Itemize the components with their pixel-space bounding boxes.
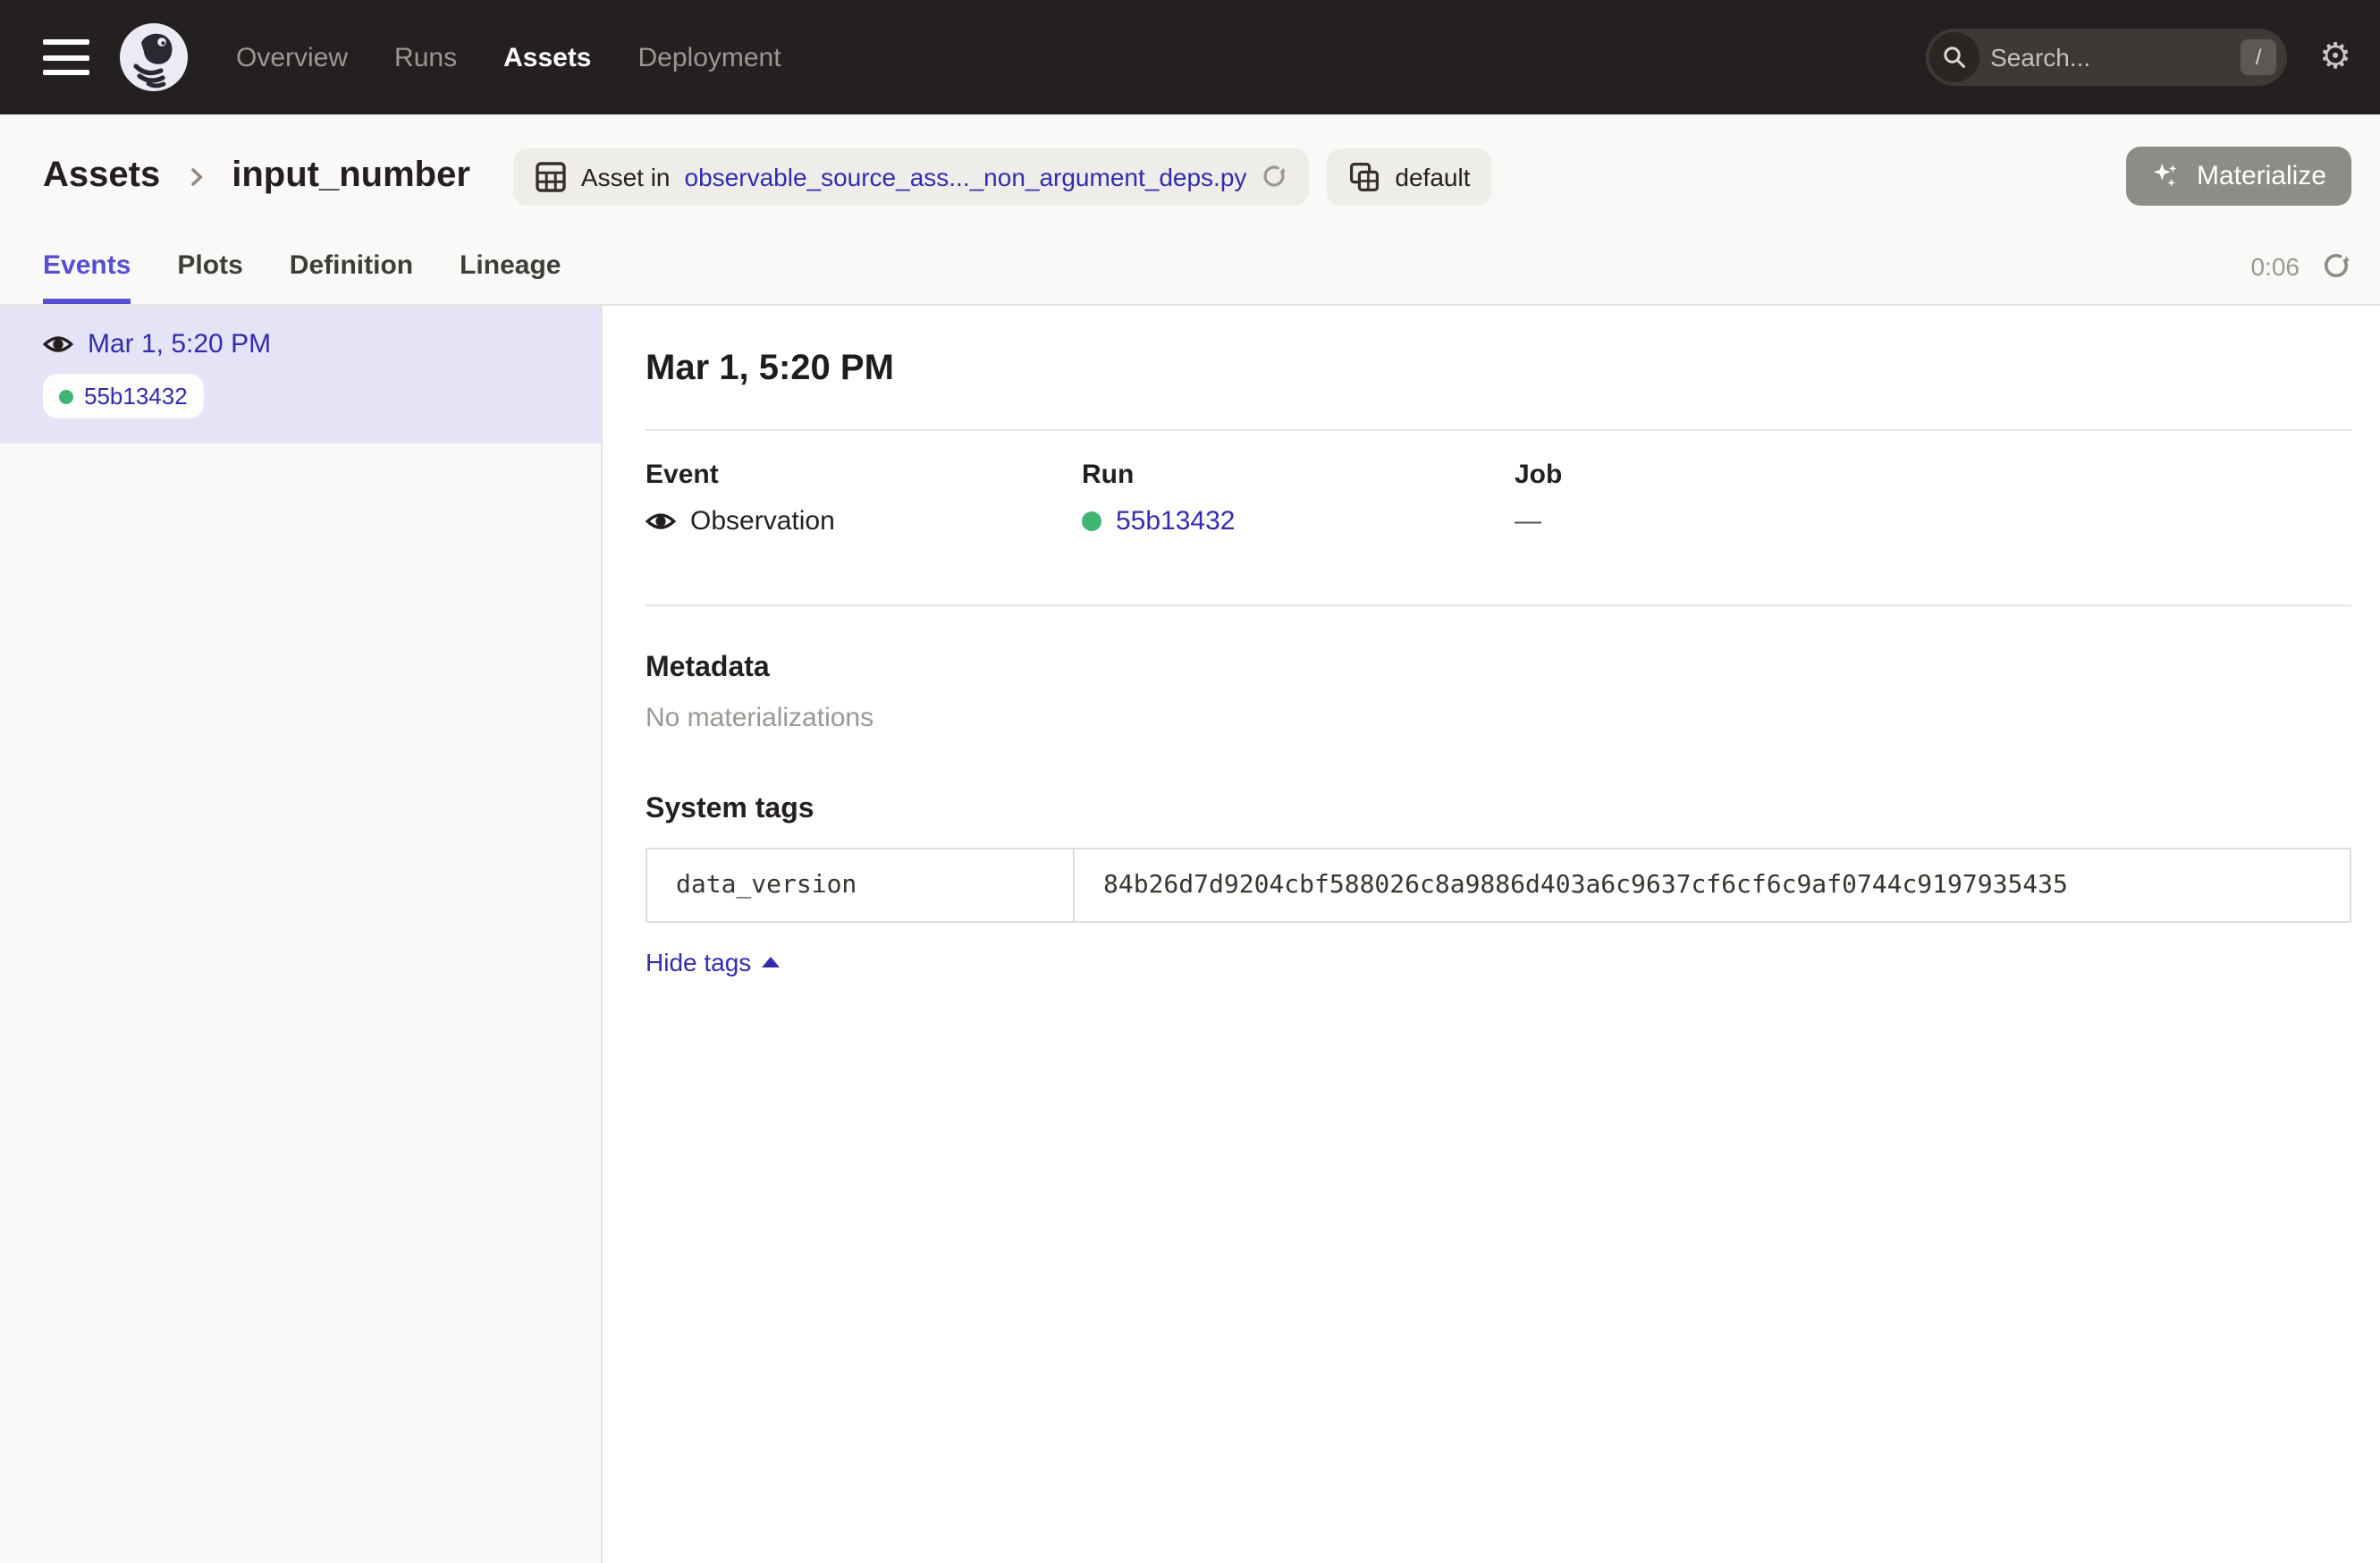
code-location-chip[interactable]: default xyxy=(1327,148,1491,205)
event-type-value: Observation xyxy=(690,506,835,536)
divider xyxy=(646,429,2351,431)
event-column-label: Event xyxy=(646,460,1082,490)
run-badge[interactable]: 55b13432 xyxy=(43,374,204,418)
breadcrumb-assets-link[interactable]: Assets xyxy=(43,156,160,197)
app-window: Overview Runs Assets Deployment / ⚙ Asse… xyxy=(0,0,2380,1563)
nav-item-assets[interactable]: Assets xyxy=(503,42,591,72)
hide-tags-label: Hide tags xyxy=(646,948,751,976)
event-list-item[interactable]: Mar 1, 5:20 PM 55b13432 xyxy=(0,306,601,444)
asset-table-icon xyxy=(535,160,567,192)
reload-definition-icon[interactable] xyxy=(1261,163,1287,190)
events-sidebar: Mar 1, 5:20 PM 55b13432 xyxy=(0,306,603,1563)
refresh-icon[interactable] xyxy=(2321,250,2351,281)
job-value: — xyxy=(1515,506,2351,536)
run-badge-id: 55b13432 xyxy=(84,383,188,410)
tag-value-cell: 84b26d7d9204cbf588026c8a9886d403a6c9637c… xyxy=(1075,849,2350,921)
search-box[interactable]: / xyxy=(1926,29,2287,86)
caret-up-icon xyxy=(762,957,780,967)
tab-lineage[interactable]: Lineage xyxy=(460,227,561,304)
chevron-right-icon xyxy=(181,162,210,190)
event-summary-columns: Event Observation Run xyxy=(646,460,2351,536)
metadata-heading: Metadata xyxy=(646,653,2351,685)
asset-definition-link[interactable]: observable_source_ass..._non_argument_de… xyxy=(685,162,1247,190)
job-column: Job — xyxy=(1515,460,2351,536)
job-column-label: Job xyxy=(1515,460,2351,490)
search-icon xyxy=(1929,32,1979,82)
asset-location-chip: Asset in observable_source_ass..._non_ar… xyxy=(513,148,1310,205)
divider xyxy=(646,604,2351,606)
run-column: Run 55b13432 xyxy=(1082,460,1515,536)
search-shortcut-key: / xyxy=(2241,39,2276,75)
event-detail-title: Mar 1, 5:20 PM xyxy=(646,349,2351,390)
auto-refresh-zone: 0:06 xyxy=(2251,227,2352,304)
metadata-empty-text: No materializations xyxy=(646,703,2351,733)
dagster-logo-icon xyxy=(118,21,190,93)
nav-item-deployment[interactable]: Deployment xyxy=(638,42,781,72)
materialize-label: Materialize xyxy=(2197,161,2326,191)
run-id-link[interactable]: 55b13432 xyxy=(1116,506,1236,536)
asset-tabs-row: Events Plots Definition Lineage 0:06 xyxy=(0,227,2380,306)
event-column: Event Observation xyxy=(646,460,1082,536)
refresh-countdown: 0:06 xyxy=(2251,251,2300,280)
observation-eye-icon xyxy=(646,506,676,536)
materialize-button[interactable]: Materialize xyxy=(2127,147,2351,206)
sparkles-icon xyxy=(2152,161,2182,191)
event-detail-panel: Mar 1, 5:20 PM Event Observation xyxy=(603,306,2380,1563)
content-area: Mar 1, 5:20 PM 55b13432 Mar 1, 5:20 PM E… xyxy=(0,306,2380,1563)
event-timestamp: Mar 1, 5:20 PM xyxy=(88,329,271,359)
breadcrumb-row: Assets input_number Asset in observable_… xyxy=(0,114,2380,227)
code-location-label: default xyxy=(1395,162,1470,190)
observation-eye-icon xyxy=(43,329,73,359)
system-tags-table: data_version 84b26d7d9204cbf588026c8a988… xyxy=(646,848,2351,923)
tab-definition[interactable]: Definition xyxy=(290,227,413,304)
primary-nav: Overview Runs Assets Deployment xyxy=(236,42,781,72)
asset-tabs: Events Plots Definition Lineage xyxy=(43,227,561,304)
run-status-dot-icon xyxy=(59,389,73,403)
run-status-dot-icon xyxy=(1082,511,1101,531)
page-title: input_number xyxy=(232,156,470,197)
tag-key-cell: data_version xyxy=(647,849,1075,921)
run-column-label: Run xyxy=(1082,460,1515,490)
tab-events[interactable]: Events xyxy=(43,227,131,304)
nav-item-runs[interactable]: Runs xyxy=(394,42,457,72)
settings-gear-icon[interactable]: ⚙ xyxy=(2319,39,2351,75)
asset-location-prefix: Asset in xyxy=(581,162,671,190)
system-tags-heading: System tags xyxy=(646,794,2351,826)
hide-tags-link[interactable]: Hide tags xyxy=(646,948,780,976)
repo-grid-icon xyxy=(1348,160,1380,192)
search-input[interactable] xyxy=(1983,43,2241,72)
tab-plots[interactable]: Plots xyxy=(177,227,242,304)
top-navbar: Overview Runs Assets Deployment / ⚙ xyxy=(0,0,2380,114)
nav-item-overview[interactable]: Overview xyxy=(236,42,348,72)
menu-icon[interactable] xyxy=(43,39,89,75)
